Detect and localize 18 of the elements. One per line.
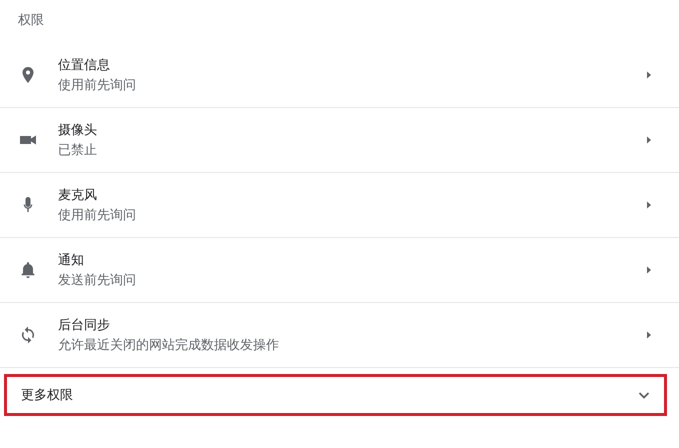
- more-permissions-row[interactable]: 更多权限: [4, 374, 667, 416]
- section-heading: 权限: [17, 11, 45, 29]
- permission-title: 摄像头: [58, 121, 98, 139]
- permission-status: 允许最近关闭的网站完成数据收发操作: [58, 336, 280, 354]
- more-permissions-label: 更多权限: [21, 386, 74, 404]
- permission-title: 位置信息: [58, 56, 111, 74]
- permission-title: 后台同步: [58, 316, 111, 334]
- permission-title: 通知: [58, 251, 85, 269]
- permission-row[interactable]: 通知 发送前先询问: [0, 238, 679, 303]
- permission-status: 使用前先询问: [58, 206, 137, 224]
- permission-row[interactable]: 摄像头 已禁止: [0, 108, 679, 173]
- permission-status: 发送前先询问: [58, 271, 137, 289]
- permission-row[interactable]: 位置信息 使用前先询问: [0, 43, 679, 108]
- permission-row[interactable]: 麦克风 使用前先询问: [0, 173, 679, 238]
- permission-status: 已禁止: [58, 141, 98, 159]
- permission-row[interactable]: 后台同步 允许最近关闭的网站完成数据收发操作: [0, 303, 679, 368]
- permission-status: 使用前先询问: [58, 76, 137, 94]
- permission-title: 麦克风: [58, 186, 98, 204]
